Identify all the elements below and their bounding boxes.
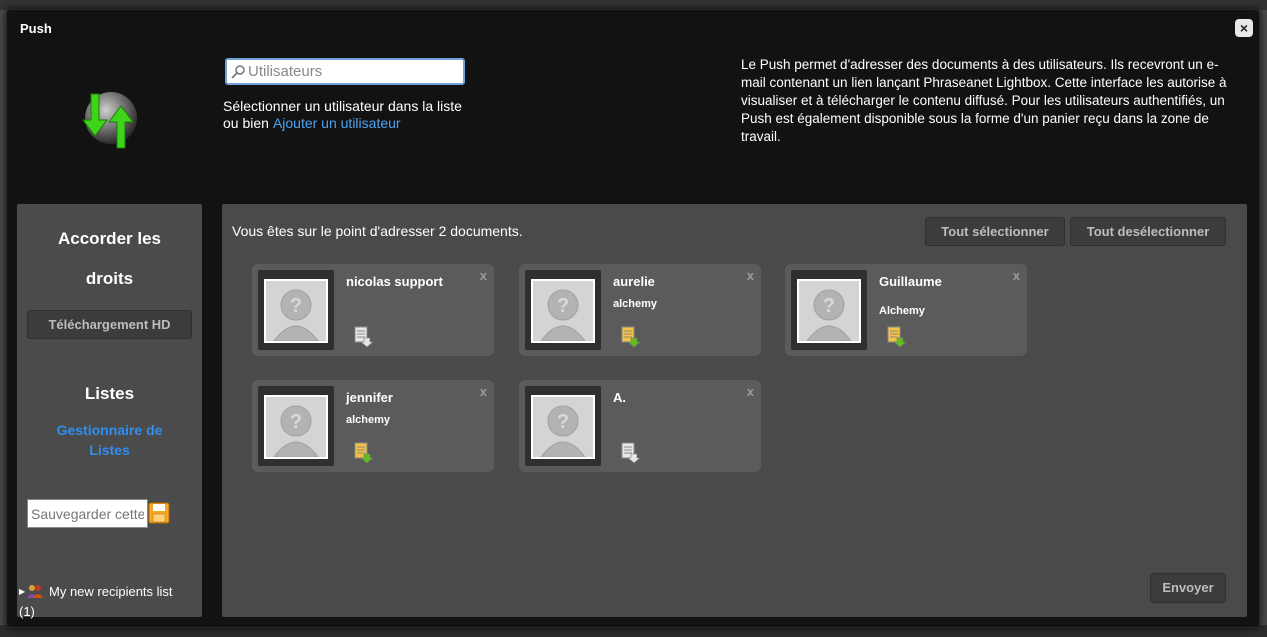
user-search-input[interactable]	[246, 62, 460, 81]
expand-arrow-icon[interactable]: ▶	[19, 582, 27, 602]
recipient-card[interactable]: ? aurelie alchemy x	[519, 264, 761, 356]
hint-prefix: ou bien	[223, 115, 269, 131]
search-hint: Sélectionner un utilisateur dans la list…	[223, 98, 462, 132]
rights-title-line1: Accorder les	[58, 229, 161, 248]
save-icon[interactable]	[148, 502, 170, 524]
recipient-card[interactable]: ? A. x	[519, 380, 761, 472]
sidebar: Accorder les droits Téléchargement HD Li…	[17, 204, 202, 619]
dialog-title: Push	[20, 21, 52, 36]
remove-recipient-icon[interactable]: x	[747, 268, 754, 283]
recipient-name: A.	[613, 390, 626, 405]
download-permission-icon[interactable]	[621, 326, 641, 348]
recipient-company: Alchemy	[879, 305, 925, 317]
send-button[interactable]: Envoyer	[1150, 573, 1226, 603]
rights-title-line2: droits	[85, 269, 134, 288]
avatar: ?	[258, 386, 334, 466]
svg-text:?: ?	[823, 295, 835, 317]
user-placeholder-icon: ?	[533, 397, 593, 458]
avatar: ?	[791, 270, 867, 350]
remove-recipient-icon[interactable]: x	[480, 384, 487, 399]
recipient-name: jennifer	[346, 390, 393, 405]
svg-text:?: ?	[557, 295, 569, 317]
hd-download-button[interactable]: Téléchargement HD	[27, 310, 192, 339]
user-search-box[interactable]	[225, 58, 465, 85]
lists-title: Listes	[84, 384, 135, 403]
user-placeholder-icon: ?	[799, 281, 859, 342]
recipient-card[interactable]: ? nicolas support x	[252, 264, 494, 356]
remove-recipient-icon[interactable]: x	[480, 268, 487, 283]
svg-text:?: ?	[290, 295, 302, 317]
recipient-list-item[interactable]: ▶ My new recipients list (1)	[19, 582, 189, 622]
svg-text:?: ?	[290, 411, 302, 433]
recipient-name: aurelie	[613, 274, 655, 289]
remove-recipient-icon[interactable]: x	[747, 384, 754, 399]
avatar: ?	[258, 270, 334, 350]
documents-summary: Vous êtes sur le point d'adresser 2 docu…	[232, 223, 523, 239]
download-permission-icon[interactable]	[887, 326, 907, 348]
recipient-company: alchemy	[346, 414, 391, 426]
recipient-card[interactable]: ? jennifer alchemy x	[252, 380, 494, 472]
remove-recipient-icon[interactable]: x	[1013, 268, 1020, 283]
hint-text: Sélectionner un utilisateur dans la list…	[223, 98, 462, 114]
save-list-input[interactable]	[27, 499, 148, 528]
download-permission-icon[interactable]	[621, 442, 641, 464]
user-placeholder-icon: ?	[533, 281, 593, 342]
recipient-name: Guillaume	[879, 274, 942, 289]
list-manager-link[interactable]: Gestionnaire de Listes	[47, 420, 172, 460]
search-icon	[231, 64, 245, 79]
push-dialog: Push × Sélectionner un utilisateur dans …	[6, 9, 1260, 628]
avatar: ?	[525, 386, 601, 466]
svg-text:?: ?	[557, 411, 569, 433]
deselect-all-button[interactable]: Tout desélectionner	[1070, 217, 1226, 246]
add-user-link[interactable]: Ajouter un utilisateur	[273, 115, 401, 131]
download-permission-icon[interactable]	[354, 442, 374, 464]
group-icon	[27, 585, 43, 598]
avatar: ?	[525, 270, 601, 350]
recipients-panel: Vous êtes sur le point d'adresser 2 docu…	[222, 204, 1247, 617]
recipient-card[interactable]: ? Guillaume Alchemy x	[785, 264, 1027, 356]
push-description: Le Push permet d'adresser des documents …	[741, 57, 1227, 144]
user-placeholder-icon: ?	[266, 397, 326, 458]
close-button[interactable]: ×	[1235, 19, 1253, 37]
push-logo-icon	[82, 92, 137, 149]
select-all-button[interactable]: Tout sélectionner	[925, 217, 1065, 246]
user-placeholder-icon: ?	[266, 281, 326, 342]
download-permission-icon[interactable]	[354, 326, 374, 348]
recipient-company: alchemy	[613, 298, 658, 310]
recipient-name: nicolas support	[346, 274, 443, 289]
